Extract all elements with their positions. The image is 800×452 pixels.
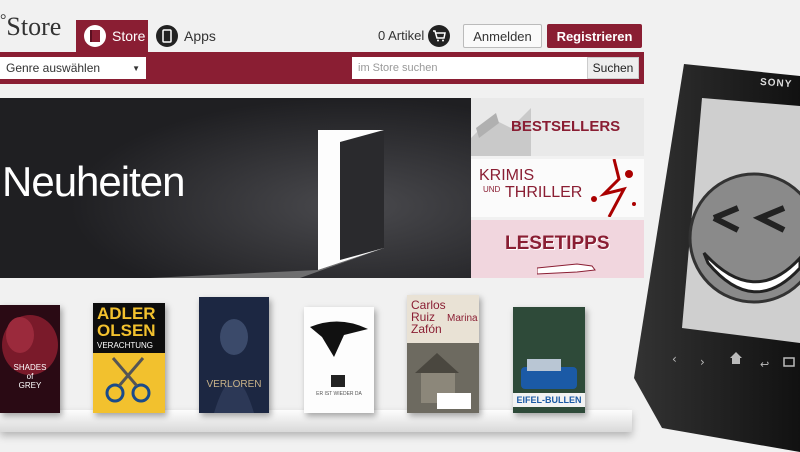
book-title-line: EIFEL-BULLEN: [513, 393, 585, 407]
svg-text:›: ›: [700, 355, 705, 369]
search-button[interactable]: Suchen: [587, 57, 639, 79]
tab-store-label: Store: [112, 28, 146, 44]
book-marina-zafon[interactable]: Carlos Ruiz Zafón Marina: [407, 295, 479, 413]
chevron-down-icon: ▼: [132, 63, 140, 73]
cart-icon[interactable]: [428, 25, 450, 47]
house-graphic: [407, 343, 479, 413]
bookshelf: [0, 410, 632, 432]
book-author-line: Zafón: [411, 322, 442, 336]
book-title-line: SHADES: [13, 363, 47, 372]
ereader-device: ‹ › ↩: [634, 64, 800, 452]
banner-krimis-thriller[interactable]: KRIMIS UND THRILLER: [471, 159, 644, 217]
book-icon: [84, 25, 106, 47]
blood-splatter-graphic: [591, 159, 636, 217]
banner-bestsellers[interactable]: BESTSELLERS: [471, 98, 644, 156]
hero-title: Neuheiten: [2, 158, 185, 205]
tab-apps[interactable]: Apps: [156, 20, 216, 52]
book-title-line: VERACHTUNG: [97, 341, 154, 350]
hair-silhouette-graphic: [310, 321, 368, 387]
book-title-line: VERLOREN: [206, 379, 262, 390]
book-adler-olsen[interactable]: ADLER OLSEN VERACHTUNG: [93, 303, 165, 413]
scissors-icon: [93, 353, 165, 413]
hero-banner[interactable]: Neuheiten: [0, 98, 471, 278]
cart-count[interactable]: 0 Artikel: [378, 28, 424, 43]
banner-lesetipps-label: LESETIPPS: [505, 233, 610, 254]
rose-graphic: [2, 315, 58, 375]
search-input[interactable]: [352, 57, 587, 79]
book-title-line: of: [26, 372, 34, 381]
book-author-line: OLSEN: [97, 321, 156, 340]
login-button[interactable]: Anmelden: [463, 24, 542, 48]
banner-und-label: UND: [483, 185, 501, 194]
tab-store[interactable]: Store: [76, 20, 148, 52]
tablet-icon: [156, 25, 178, 47]
book-title-line: ER IST WIEDER DA: [316, 391, 362, 397]
svg-text:‹: ‹: [672, 352, 677, 366]
book-author-line: ADLER: [97, 304, 156, 323]
store-logo[interactable]: °Store: [0, 12, 61, 42]
register-button[interactable]: Registrieren: [547, 24, 642, 48]
tab-apps-label: Apps: [184, 28, 216, 44]
banner-krimis-label: KRIMIS: [479, 167, 535, 184]
book-title-line: GREY: [18, 381, 42, 390]
ereader-brand: SONY: [759, 76, 793, 91]
book-verloren[interactable]: VERLOREN: [199, 297, 269, 413]
banner-bestsellers-label: BESTSELLERS: [511, 118, 621, 135]
book-title-line: Marina: [447, 313, 478, 324]
banner-lesetipps[interactable]: LESETIPPS: [471, 220, 644, 278]
hand-icon: [537, 263, 596, 275]
genre-select-label: Genre auswählen: [6, 61, 101, 75]
book-er-ist-wieder-da[interactable]: ER IST WIEDER DA: [304, 307, 374, 413]
svg-text:↩: ↩: [760, 358, 769, 371]
genre-select[interactable]: Genre auswählen ▼: [0, 57, 146, 79]
book-shades-of-grey[interactable]: SHADES of GREY: [0, 305, 60, 413]
figure-graphic: [214, 319, 254, 413]
book-eifel-bullen[interactable]: EIFEL-BULLEN: [513, 307, 585, 413]
